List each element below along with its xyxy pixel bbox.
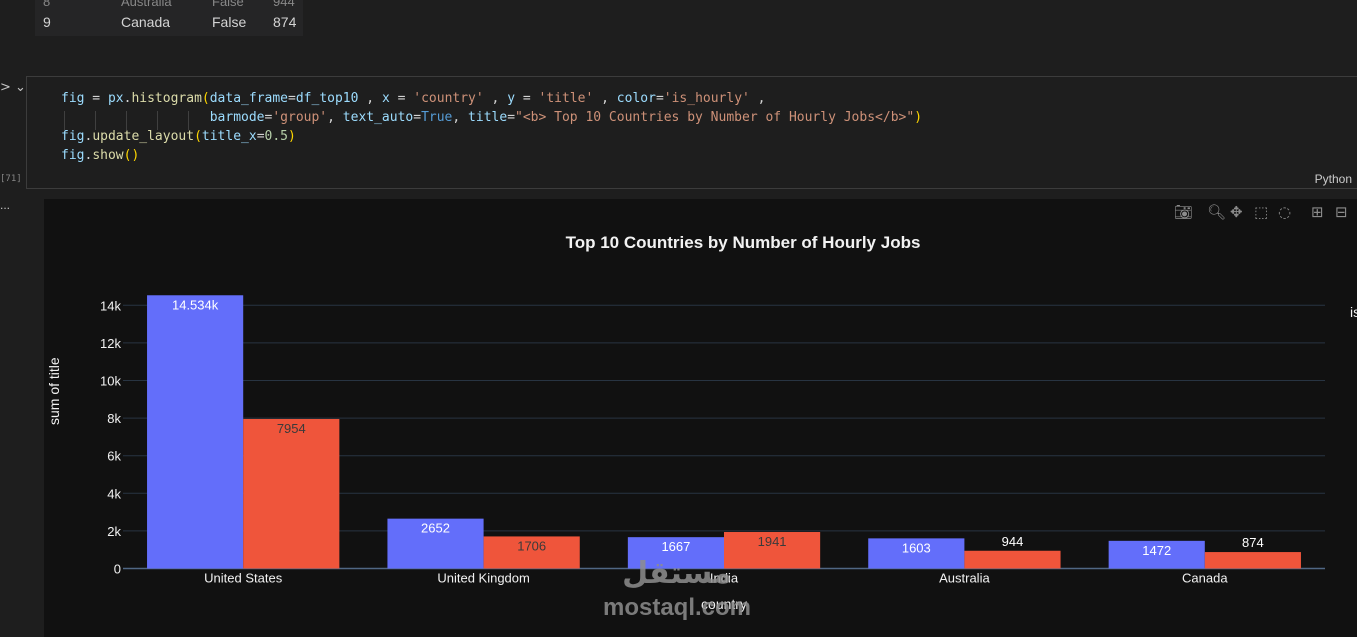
data-label: 1472 (1142, 543, 1171, 558)
y-tick-label: 6k (107, 449, 121, 464)
y-tick-label: 4k (107, 486, 121, 501)
data-label: 1706 (517, 538, 546, 553)
x-tick-label: Canada (1182, 571, 1228, 586)
bar[interactable] (147, 295, 244, 569)
data-label: 1667 (661, 539, 690, 554)
data-label: 1603 (902, 540, 931, 555)
x-tick-label: United Kingdom (437, 571, 530, 586)
data-label: 7954 (277, 421, 306, 436)
x-tick-label: United States (204, 571, 283, 586)
data-label: 2652 (421, 521, 450, 536)
data-label: 944 (1002, 534, 1024, 549)
data-label: 874 (1242, 535, 1264, 550)
y-tick-label: 12k (100, 336, 121, 351)
bar[interactable] (243, 418, 340, 569)
mostaql-watermark: مستقل mostaql.com (592, 556, 762, 626)
data-label: 14.534k (172, 297, 219, 312)
y-tick-label: 14k (100, 298, 121, 313)
bar-chart[interactable]: 0 2k 4k 6k 8k 10k 12k 14k United States 14.534k 79… (0, 0, 1357, 637)
watermark-arabic: مستقل (622, 556, 732, 591)
data-label: 1941 (758, 534, 787, 549)
bar[interactable] (964, 550, 1061, 569)
bar[interactable] (1204, 552, 1301, 569)
y-tick-label: 8k (107, 411, 121, 426)
y-tick-label: 10k (100, 374, 121, 389)
y-tick-label: 0 (114, 562, 121, 577)
watermark-latin: mostaql.com (602, 594, 752, 621)
y-tick-label: 2k (107, 524, 121, 539)
x-tick-label: Australia (939, 571, 990, 586)
